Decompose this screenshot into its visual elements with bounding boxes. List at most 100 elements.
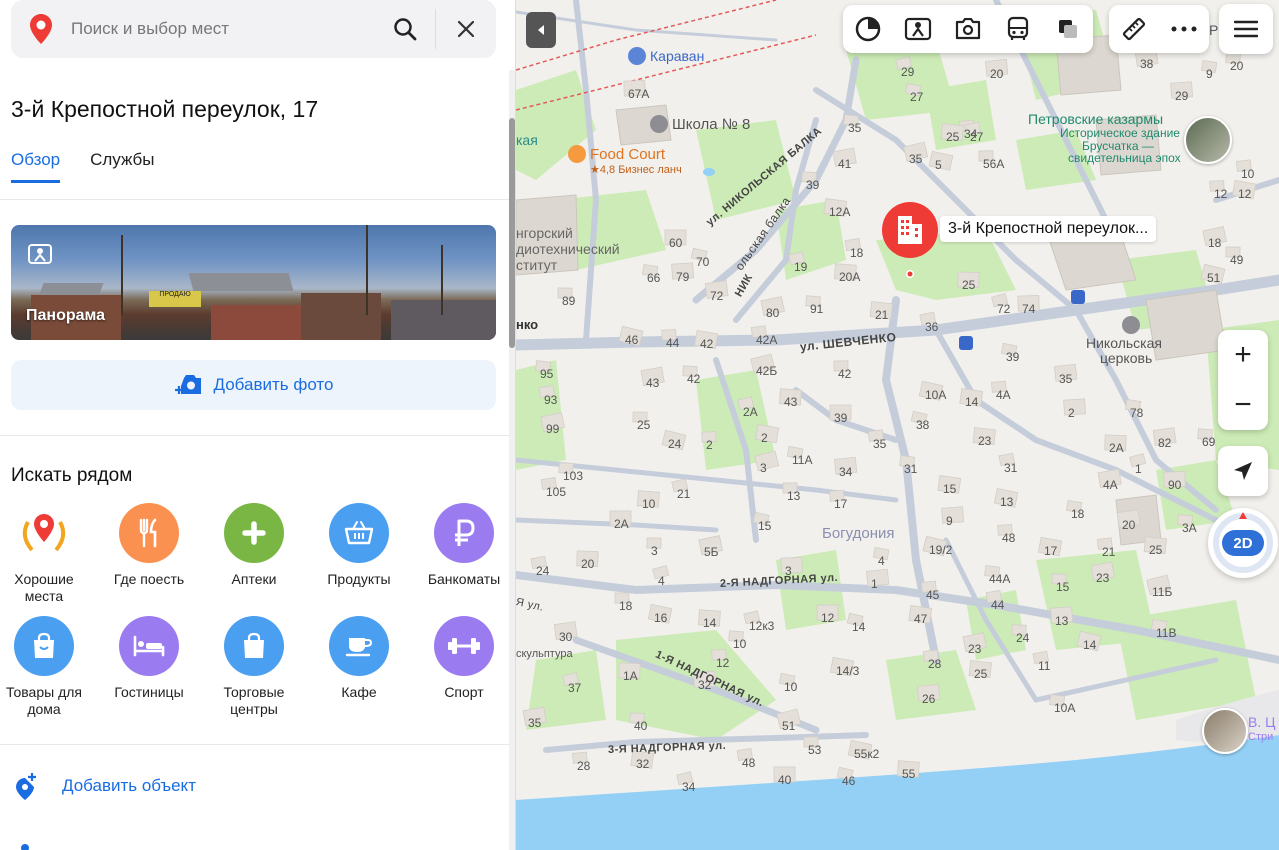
building-number: 51 [1207,271,1221,285]
panorama-roof [188,273,294,291]
poi-school-label: Школа № 8 [672,115,751,133]
building-number: 5Б [704,545,719,559]
poi-church-line1[interactable]: Никольская [1086,335,1162,351]
building-number: 35 [1059,372,1073,386]
building-number: 38 [916,418,930,432]
category-hotels[interactable]: Гостиницы [99,616,199,701]
poi-food-court[interactable]: Food Court [568,145,665,163]
category-pharmacy[interactable]: Аптеки [204,503,304,588]
coffee-icon [568,145,586,163]
panorama-mode-button[interactable] [893,5,943,53]
zoom-in-button[interactable]: + [1218,330,1268,380]
building-number: 93 [544,393,558,407]
panorama-house [391,300,496,340]
category-food[interactable]: Где поесть [99,503,199,588]
panel-scrollbar[interactable] [509,70,515,850]
add-photo-label: Добавить фото [213,375,334,394]
building-number: 10А [925,388,947,402]
collapse-panel-button[interactable] [526,12,556,48]
bus-stop-icon[interactable] [1071,290,1085,304]
category-label: Спорт [444,684,484,700]
photo-mode-button[interactable] [943,5,993,53]
poi-skulptura: скульптура [516,648,573,660]
building-number: 28 [928,657,942,671]
add-photo-button[interactable]: Добавить фото [11,360,496,410]
building-number: 18 [850,246,864,260]
category-label: Аптеки [231,571,277,587]
add-object-button[interactable]: Добавить объект [14,772,196,800]
search-button[interactable] [375,0,435,58]
building-number: 2 [761,431,768,445]
laurel-pin-icon [14,503,74,563]
building-number: 25 [637,418,651,432]
poi-karavan[interactable]: Караван [628,47,704,65]
building-number: 9 [1206,67,1213,81]
search-input[interactable] [71,19,375,39]
category-home-goods[interactable]: Товары для дома [0,616,94,718]
poi-kazarmy-photo[interactable] [1184,116,1232,164]
panorama-preview[interactable]: ПРОДАЮ Панорама [11,225,496,340]
next-action-button[interactable] [14,840,40,850]
building-number: 56А [983,157,1005,171]
building-number: 21 [875,308,889,322]
side-panel: 3-й Крепостной переулок, 17 Обзор Службы… [0,0,516,850]
poi-vts-photo[interactable] [1202,708,1248,754]
poi-kazarmy[interactable]: Петровские казармы [1028,111,1163,127]
poi-school[interactable]: Школа № 8 [650,115,750,133]
building-number: 80 [766,306,780,320]
building-number: 35 [909,152,923,166]
transit-mode-button[interactable] [993,5,1043,53]
building-number: 14 [1083,638,1097,652]
pond [703,168,715,176]
add-location-icon [16,773,36,800]
building-number: 20А [839,270,861,284]
building-number: 69 [1202,435,1216,449]
selected-place-label[interactable]: 3-й Крепостной переулок... [940,216,1157,242]
clear-search-button[interactable] [436,0,496,58]
category-cafe[interactable]: Кафе [309,616,409,701]
category-good-places[interactable]: Хорошие места [0,503,94,605]
category-groceries[interactable]: Продукты [309,503,409,588]
basket-icon [329,503,389,563]
menu-button[interactable] [1219,4,1273,54]
building-number: 5 [935,158,942,172]
building-number: 15 [943,482,957,496]
building-number: 40 [634,719,648,733]
building-number: 35 [848,121,862,135]
layers-button[interactable] [1043,5,1093,53]
building-number: 45 [926,588,940,602]
building-number: 4 [658,574,665,588]
building-number: 42 [700,337,714,351]
building-number: 36 [925,320,939,334]
scrollbar-thumb[interactable] [509,118,515,348]
building-number: 19 [794,260,808,274]
category-malls[interactable]: Торговые центры [204,616,304,718]
ruler-button[interactable] [1109,5,1159,53]
building-number: 4 [878,554,885,568]
building-number: 34 [839,465,853,479]
building-number: 53 [808,743,822,757]
zoom-out-button[interactable]: − [1218,380,1268,430]
category-sport[interactable]: Спорт [414,616,514,701]
tab-services[interactable]: Службы [90,150,154,183]
building-number: 4А [1103,478,1118,492]
navigator-button[interactable] [843,5,893,53]
building-number: 20 [581,557,595,571]
building-number: 14 [852,620,866,634]
building-number: 3 [760,461,767,475]
compass[interactable]: 2D [1208,508,1278,578]
building-number: 2 [706,438,713,452]
bus-stop-icon[interactable] [959,336,973,350]
more-button[interactable] [1159,5,1209,53]
map[interactable]: 29 67А 27 20 35 41 39 35 56А 5 34 12А 18 20А 19 60 70 79 6… [516,0,1279,850]
panorama-house [301,293,381,340]
building-number: 13 [1055,614,1069,628]
close-icon [457,20,475,38]
selected-place-marker[interactable] [880,202,940,283]
panorama-tree [441,245,443,315]
divider [0,744,509,745]
tab-overview[interactable]: Обзор [11,150,61,183]
toggle-2d-button[interactable]: 2D [1222,530,1264,556]
my-location-button[interactable] [1218,446,1268,496]
category-atm[interactable]: Банкоматы [414,503,514,588]
